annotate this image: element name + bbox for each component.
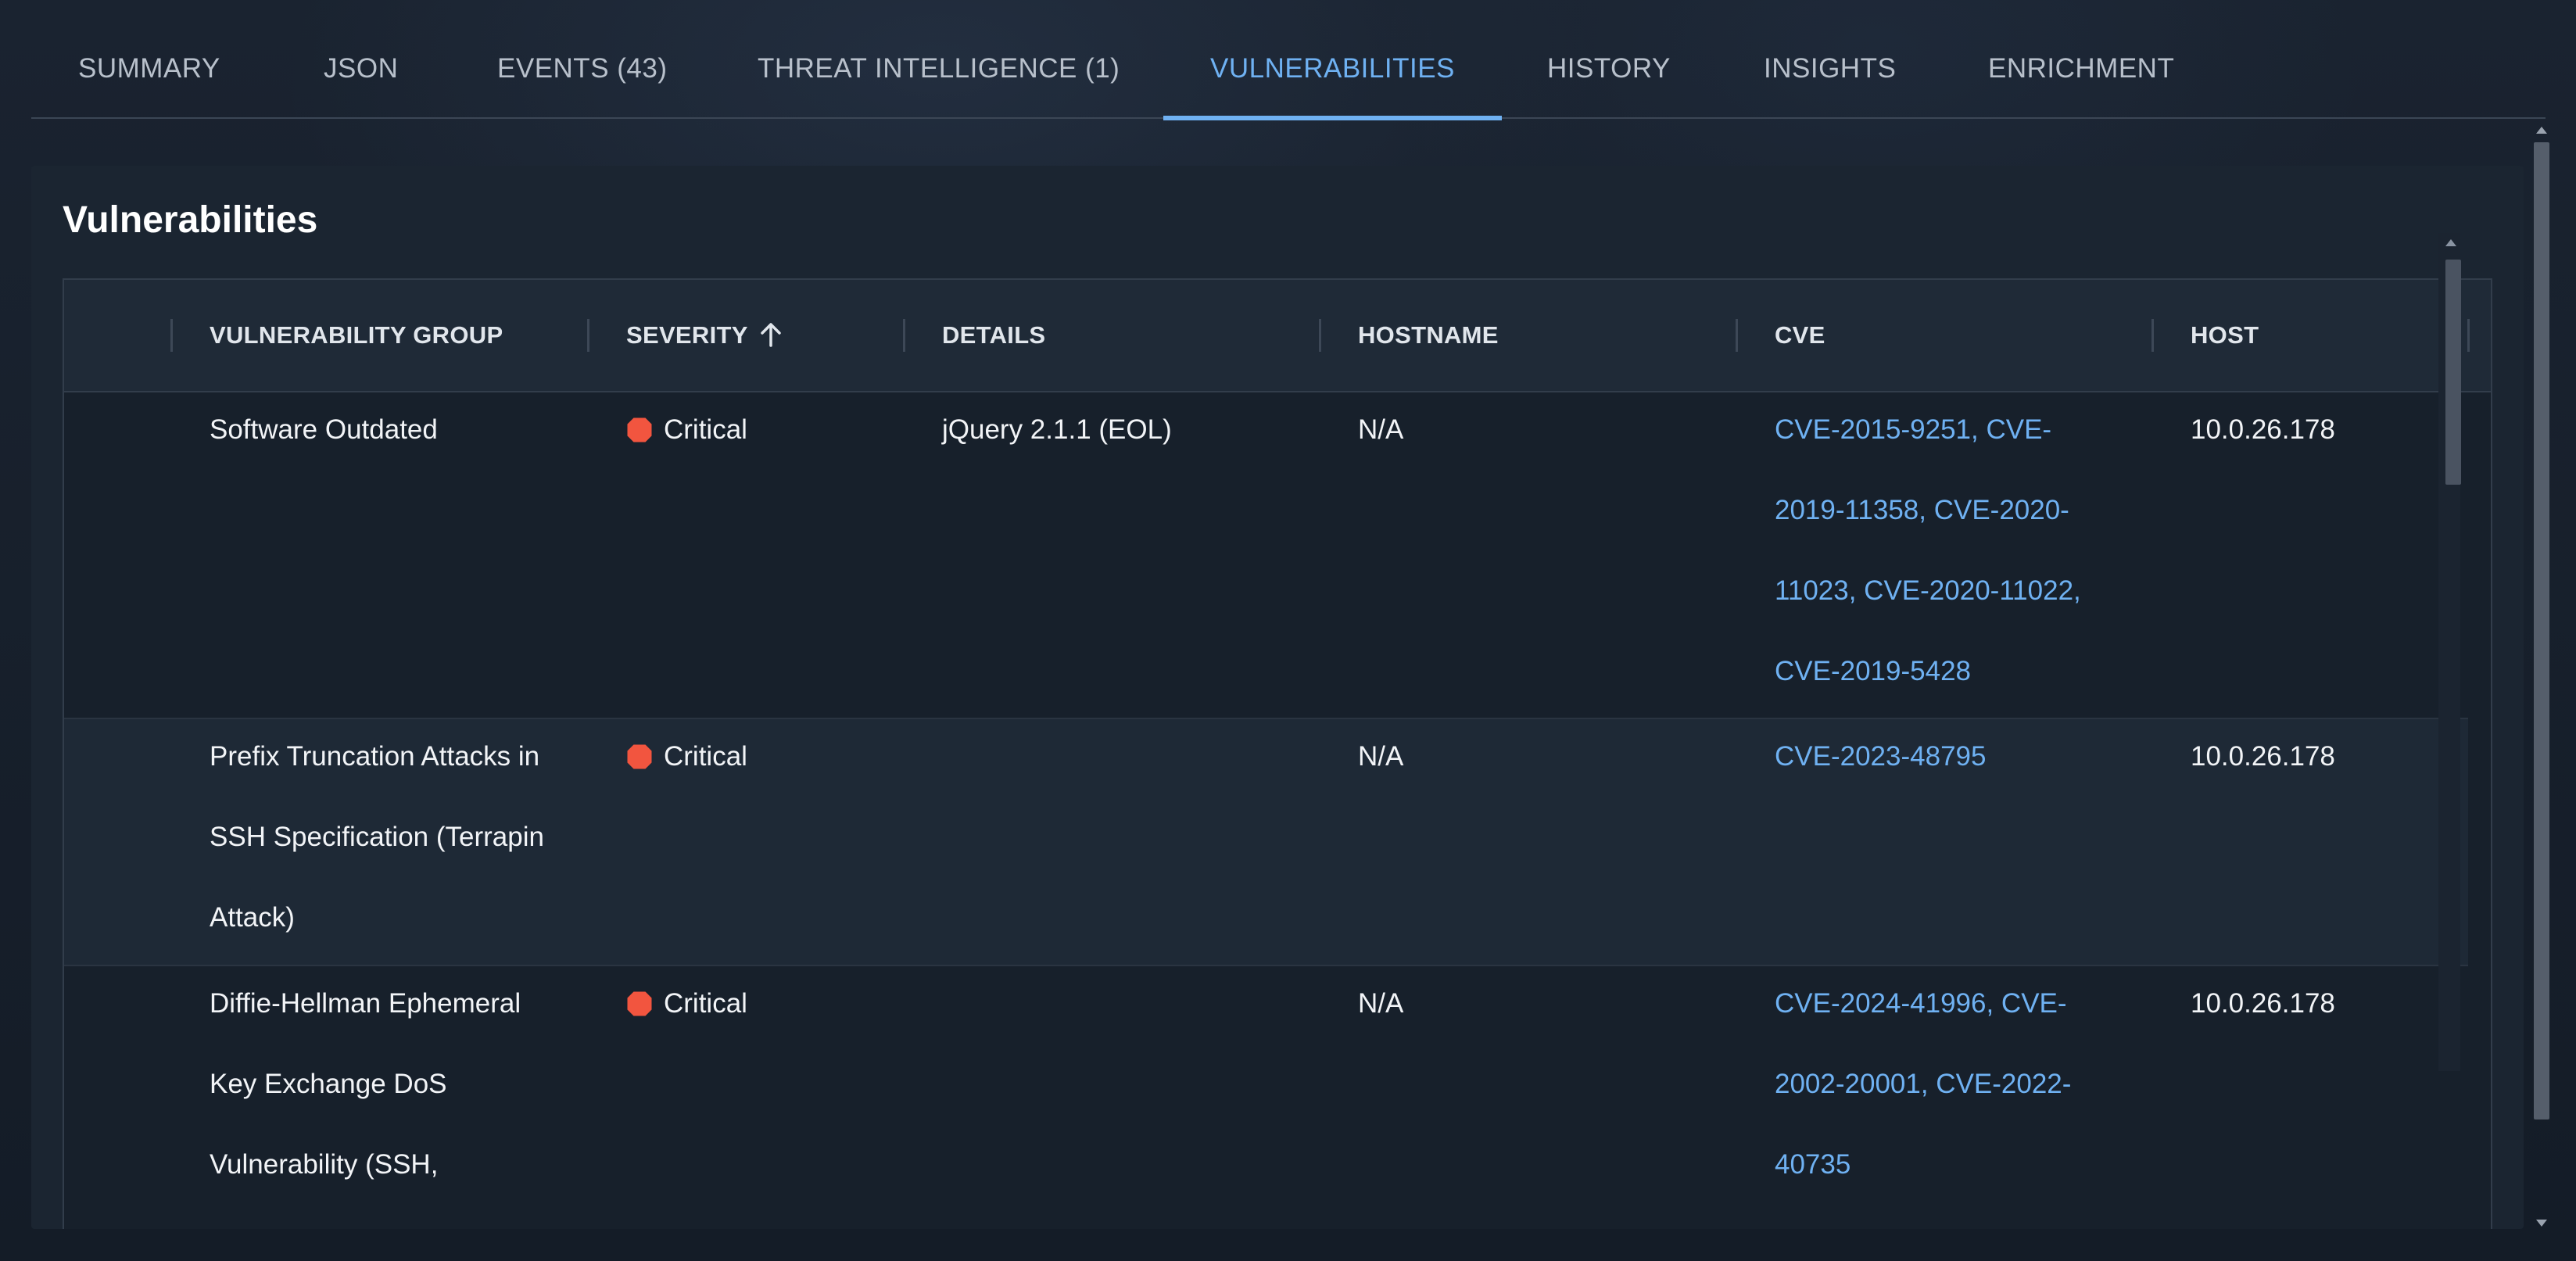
tab-vulnerabilities[interactable]: VULNERABILITIES [1163, 0, 1502, 120]
severity-badge: Critical [626, 963, 747, 1044]
tab-enrichment[interactable]: ENRICHMENT [1988, 0, 2174, 119]
table-scrollbar[interactable] [2438, 233, 2461, 1071]
column-header-severity[interactable]: SEVERITY [626, 280, 783, 391]
tab-json[interactable]: JSON [324, 0, 398, 119]
vulnerabilities-table: VULNERABILITY GROUP SEVERITY DETAILS HOS… [63, 278, 2492, 1229]
cve-link[interactable]: CVE-2023-48795 [1775, 716, 2119, 797]
critical-severity-icon [627, 744, 652, 768]
vulnerabilities-panel: Vulnerabilities VULNERABILITY GROUP SEVE… [31, 166, 2524, 1229]
column-header-vulnerability-group[interactable]: VULNERABILITY GROUP [210, 280, 503, 391]
cell-details: jQuery 2.1.1 (EOL) [942, 414, 1172, 445]
cve-link[interactable]: CVE-2024-41996, CVE-2002-20001, CVE-2022… [1775, 963, 2119, 1205]
cell-severity: Critical [626, 389, 892, 475]
cell-vulnerability-group: Prefix Truncation Attacks in SSH Specifi… [210, 741, 544, 933]
severity-badge: Critical [626, 389, 747, 470]
cell-severity: Critical [626, 716, 892, 801]
table-row[interactable]: Prefix Truncation Attacks in SSH Specifi… [64, 719, 2468, 966]
critical-severity-icon [627, 417, 652, 442]
cell-host: 10.0.26.178 [2191, 741, 2335, 772]
cell-host: 10.0.26.178 [2191, 988, 2335, 1019]
column-header-cve[interactable]: CVE [1775, 280, 1825, 391]
cell-vulnerability-group: Software Outdated [210, 414, 438, 445]
page-scrollbar[interactable] [2530, 125, 2553, 1230]
tab-insights[interactable]: INSIGHTS [1764, 0, 1896, 119]
page: SUMMARY JSON EVENTS (43) THREAT INTELLIG… [0, 0, 2576, 1261]
column-resize-handle[interactable] [1736, 319, 1738, 352]
column-resize-handle[interactable] [1319, 319, 1321, 352]
tab-bar: SUMMARY JSON EVENTS (43) THREAT INTELLIG… [31, 0, 2546, 120]
cell-severity: Critical [626, 963, 892, 1048]
tab-threat-intelligence[interactable]: THREAT INTELLIGENCE (1) [758, 0, 1120, 119]
cell-host: 10.0.26.178 [2191, 414, 2335, 445]
column-header-severity-label: SEVERITY [626, 321, 748, 349]
column-header-details[interactable]: DETAILS [942, 280, 1045, 391]
cve-link[interactable]: CVE-2015-9251, CVE-2019-11358, CVE-2020-… [1775, 389, 2119, 711]
table-scrollbar-thumb[interactable] [2445, 260, 2461, 485]
severity-label: Critical [664, 741, 747, 772]
cell-vulnerability-group: Diffie-Hellman Ephemeral Key Exchange Do… [210, 988, 521, 1180]
panel-title: Vulnerabilities [63, 199, 318, 241]
cell-hostname: N/A [1358, 414, 1404, 445]
tab-history[interactable]: HISTORY [1547, 0, 1671, 119]
column-resize-handle[interactable] [2151, 319, 2154, 352]
cell-hostname: N/A [1358, 988, 1404, 1019]
table-row[interactable]: Diffie-Hellman Ephemeral Key Exchange Do… [64, 966, 2468, 1229]
page-scrollbar-thumb[interactable] [2534, 142, 2549, 1119]
table-scroll-up-arrow-icon[interactable] [2445, 239, 2456, 246]
severity-label: Critical [664, 414, 747, 445]
column-resize-handle[interactable] [2467, 319, 2470, 352]
column-header-host[interactable]: HOST [2191, 280, 2259, 391]
critical-severity-icon [627, 991, 652, 1016]
severity-badge: Critical [626, 716, 747, 797]
arrow-up-icon[interactable] [759, 321, 783, 348]
column-resize-handle[interactable] [170, 319, 173, 352]
tab-summary[interactable]: SUMMARY [78, 0, 220, 119]
scroll-up-arrow-icon[interactable] [2536, 127, 2547, 134]
table-row[interactable]: Software Outdated Critical jQuery 2.1.1 … [64, 392, 2468, 719]
cell-hostname: N/A [1358, 741, 1404, 772]
column-resize-handle[interactable] [587, 319, 589, 352]
column-header-hostname[interactable]: HOSTNAME [1358, 280, 1499, 391]
column-resize-handle[interactable] [903, 319, 905, 352]
tab-events[interactable]: EVENTS (43) [497, 0, 668, 119]
scroll-down-arrow-icon[interactable] [2536, 1220, 2547, 1227]
table-header: VULNERABILITY GROUP SEVERITY DETAILS HOS… [64, 280, 2491, 392]
table-body: Software Outdated Critical jQuery 2.1.1 … [64, 392, 2468, 1229]
severity-label: Critical [664, 988, 747, 1019]
